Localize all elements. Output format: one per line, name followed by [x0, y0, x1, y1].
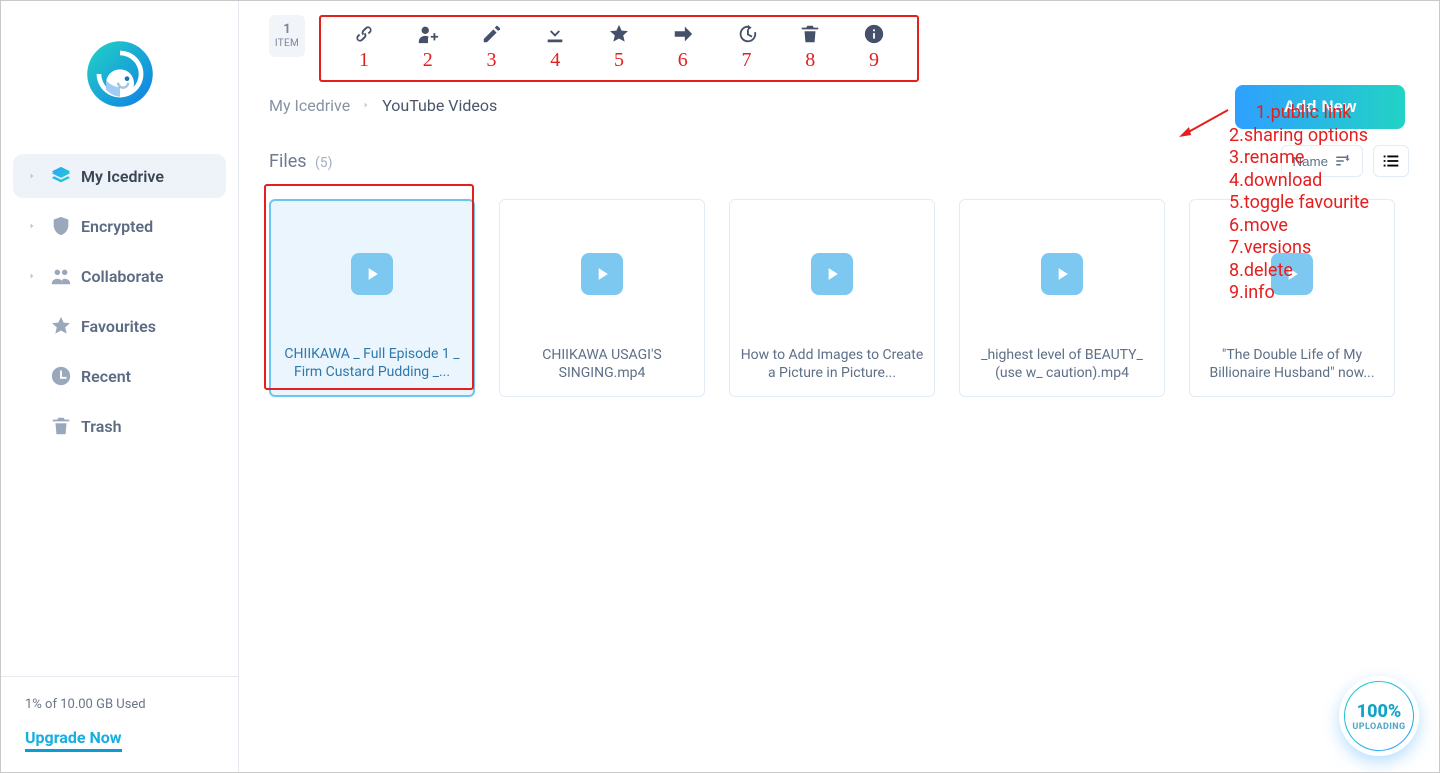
selection-count-number: 1 [283, 23, 290, 36]
selection-count-unit: ITEM [275, 38, 299, 49]
logo[interactable] [1, 1, 238, 146]
list-view-button[interactable] [1373, 145, 1409, 177]
info-icon [863, 23, 885, 45]
play-icon [351, 253, 393, 295]
upgrade-link[interactable]: Upgrade Now [25, 728, 122, 752]
sidebar-item-encrypted[interactable]: Encrypted [13, 204, 226, 248]
toggle-favourite-button[interactable]: 5 [590, 23, 648, 72]
sidebar-item-label: Collaborate [81, 267, 164, 286]
history-icon [736, 23, 758, 45]
play-icon [581, 253, 623, 295]
play-icon [811, 253, 853, 295]
sidebar-item-label: My Icedrive [81, 167, 164, 186]
chevron-right-icon [25, 170, 39, 182]
sidebar-item-label: Favourites [81, 317, 156, 336]
file-tile[interactable]: _highest level of BEAUTY_ (use w_ cautio… [959, 199, 1165, 397]
sidebar-item-my-icedrive[interactable]: My Icedrive [13, 154, 226, 198]
breadcrumb-root[interactable]: My Icedrive [269, 96, 350, 115]
file-title: CHIIKAWA _ Full Episode 1 _ Firm Custard… [281, 346, 463, 381]
upload-percent: 100% [1357, 701, 1401, 722]
sidebar-item-favourites[interactable]: Favourites [13, 304, 226, 348]
star-icon [47, 315, 75, 337]
rename-button[interactable]: 3 [463, 23, 521, 72]
sidebar-nav: My Icedrive Encrypted Collaborate Favour… [1, 146, 238, 448]
play-icon [1041, 253, 1083, 295]
toolbar-annotated-box: 1 2 3 4 5 6 7 8 9 [319, 15, 919, 82]
trash-icon [799, 23, 821, 45]
annotation-legend: 1.public link 2.sharing options 3.rename… [1229, 57, 1369, 327]
file-title: "The Double Life of My Billionaire Husba… [1200, 347, 1384, 382]
file-tile[interactable]: CHIIKAWA USAGI'S SINGING.mp4 [499, 199, 705, 397]
files-header: Files (5) [269, 151, 333, 172]
upload-label: UPLOADING [1352, 722, 1405, 732]
star-icon [608, 23, 630, 45]
versions-button[interactable]: 7 [718, 23, 776, 72]
sidebar-item-label: Encrypted [81, 217, 153, 236]
breadcrumb-current: YouTube Videos [382, 96, 497, 115]
selection-count: 1 ITEM [269, 15, 305, 57]
arrow-right-icon [672, 23, 694, 45]
chevron-right-icon [362, 96, 370, 115]
file-tile[interactable]: How to Add Images to Create a Picture in… [729, 199, 935, 397]
download-button[interactable]: 4 [526, 23, 584, 72]
shield-icon [47, 215, 75, 237]
public-link-button[interactable]: 1 [335, 23, 393, 72]
info-button[interactable]: 9 [845, 23, 903, 72]
share-user-icon [417, 23, 439, 45]
sidebar-item-recent[interactable]: Recent [13, 354, 226, 398]
file-title: _highest level of BEAUTY_ (use w_ cautio… [970, 347, 1154, 382]
arrow-icon [1173, 105, 1233, 145]
delete-button[interactable]: 8 [781, 23, 839, 72]
chevron-right-icon [25, 220, 39, 232]
sidebar-item-collaborate[interactable]: Collaborate [13, 254, 226, 298]
selection-toolbar: 1 2 3 4 5 6 7 8 9 [327, 23, 911, 72]
upload-progress-fab[interactable]: 100% UPLOADING [1339, 676, 1419, 756]
clock-icon [47, 365, 75, 387]
main-area: 1 ITEM 1 2 3 4 5 6 7 8 9 [239, 1, 1439, 772]
layers-icon [47, 165, 75, 187]
link-icon [353, 23, 375, 45]
chevron-right-icon [25, 270, 39, 282]
sidebar-item-label: Recent [81, 367, 131, 386]
pencil-icon [481, 23, 503, 45]
trash-icon [47, 415, 75, 437]
sidebar-item-label: Trash [81, 417, 122, 436]
file-tile[interactable]: CHIIKAWA _ Full Episode 1 _ Firm Custard… [269, 199, 475, 397]
storage-quota-text: 1% of 10.00 GB Used [25, 697, 214, 712]
sharing-options-button[interactable]: 2 [399, 23, 457, 72]
file-title: CHIIKAWA USAGI'S SINGING.mp4 [510, 347, 694, 382]
icedrive-logo-icon [81, 35, 159, 113]
download-icon [544, 23, 566, 45]
file-title: How to Add Images to Create a Picture in… [740, 347, 924, 382]
move-button[interactable]: 6 [654, 23, 712, 72]
sidebar-item-trash[interactable]: Trash [13, 404, 226, 448]
sidebar: My Icedrive Encrypted Collaborate Favour… [1, 1, 239, 772]
people-icon [47, 265, 75, 287]
